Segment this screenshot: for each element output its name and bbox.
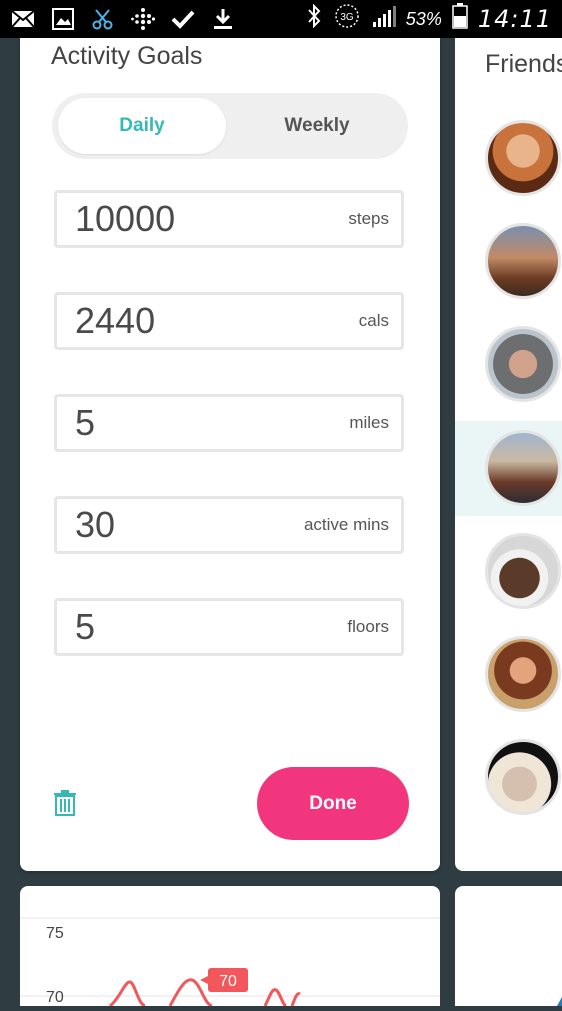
heart-rate-chart: 75 70 70 (20, 917, 440, 1006)
series-line (108, 978, 301, 1006)
clock: 14:11 (477, 5, 552, 33)
fitbit-icon (130, 6, 156, 32)
card-title: Activity Goals (51, 42, 203, 70)
check-icon (170, 6, 196, 32)
friends-title: Friends (485, 50, 562, 78)
tooltip-value: 70 (219, 973, 237, 990)
image-icon (50, 6, 76, 32)
chart-card: 75 70 70 (20, 886, 440, 1006)
goal-value: 2440 (75, 300, 156, 341)
period-toggle: Daily Weekly (52, 93, 408, 159)
goal-value: 5 (75, 606, 96, 647)
goal-value: 30 (75, 504, 116, 545)
goal-cals-field[interactable]: 2440 cals (54, 292, 404, 350)
activity-goals-card: Activity Goals Daily Weekly 10000 steps … (20, 38, 440, 871)
goal-value: 5 (75, 402, 96, 443)
trash-icon[interactable] (53, 790, 77, 816)
goal-unit: active mins (303, 515, 389, 534)
goal-active-mins-field[interactable]: 30 active mins (54, 496, 404, 554)
battery-icon (452, 3, 468, 35)
avatar[interactable] (485, 120, 561, 196)
tooltip-arrow (200, 976, 208, 984)
signal-icon (372, 4, 396, 34)
tab-daily[interactable]: Daily (58, 98, 226, 154)
secondary-card-graphic (557, 997, 562, 1006)
secondary-shape (557, 997, 562, 1006)
tick-label-70: 70 (46, 989, 64, 1006)
bluetooth-icon (306, 3, 322, 34)
friends-panel: Friends (455, 38, 562, 871)
avatar[interactable] (485, 430, 561, 506)
avatar[interactable] (485, 739, 561, 815)
scissors-icon (90, 6, 116, 32)
goal-value: 10000 (75, 198, 176, 239)
goal-unit: floors (347, 617, 389, 636)
status-bar: 3G 53% 14:11 (0, 0, 562, 38)
avatar[interactable] (485, 636, 561, 712)
battery-percent: 53% (405, 8, 442, 29)
avatar[interactable] (485, 223, 561, 299)
download-icon (210, 6, 236, 32)
tab-weekly[interactable]: Weekly (232, 98, 402, 154)
mail-icon (10, 6, 36, 32)
goal-unit: miles (349, 413, 389, 432)
goal-floors-field[interactable]: 5 floors (54, 598, 404, 656)
secondary-card (455, 886, 562, 1006)
done-button[interactable]: Done (257, 767, 409, 840)
avatar[interactable] (485, 326, 561, 402)
goal-unit: cals (358, 311, 389, 330)
goal-unit: steps (348, 209, 389, 228)
tick-label-75: 75 (46, 925, 64, 942)
network-3g-icon: 3G (332, 4, 362, 34)
svg-text:3G: 3G (340, 12, 354, 23)
avatar[interactable] (485, 533, 561, 609)
goal-miles-field[interactable]: 5 miles (54, 394, 404, 452)
goal-steps-field[interactable]: 10000 steps (54, 190, 404, 248)
